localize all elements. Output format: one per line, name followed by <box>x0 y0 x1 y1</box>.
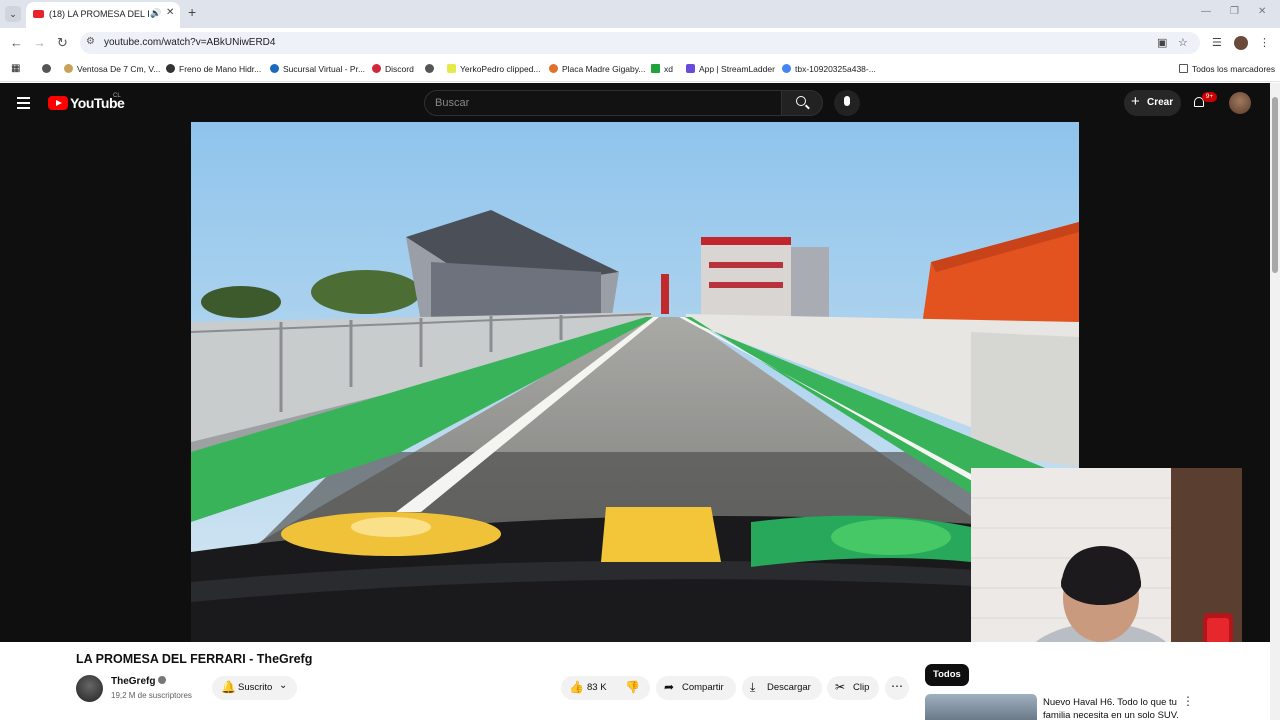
subscribed-label: Suscrito <box>238 682 273 693</box>
bookmark-favicon-icon <box>166 64 175 73</box>
more-horizontal-icon: ⋯ <box>891 679 903 693</box>
window-close-icon[interactable]: ✕ <box>1258 6 1266 17</box>
chevron-down-icon: ⌄ <box>279 680 288 691</box>
account-avatar[interactable] <box>1229 92 1251 114</box>
globe-icon[interactable] <box>425 64 438 74</box>
browser-tabstrip: ⌄ (18) LA PROMESA DEL FERRARI 🔊 ✕ + — ❐ … <box>0 0 1280 28</box>
browser-toolbar: ← → ↻ ⚙ youtube.com/watch?v=ABkUNiwERD4 … <box>0 28 1280 58</box>
address-bar[interactable]: ⚙ youtube.com/watch?v=ABkUNiwERD4 <box>80 32 1200 54</box>
share-icon: ➦ <box>664 680 675 694</box>
share-button[interactable]: ➦ Compartir <box>656 676 736 700</box>
minimize-icon[interactable]: — <box>1201 6 1211 17</box>
like-count[interactable]: 83 K <box>587 682 607 693</box>
subscribed-button[interactable]: 🔔 Suscrito ⌄ <box>212 676 297 700</box>
back-arrow-icon[interactable]: ← <box>10 35 23 50</box>
tab-title: (18) LA PROMESA DEL FERRARI <box>49 9 149 19</box>
like-dislike-group: 👍 83 K 👎 <box>561 676 650 700</box>
bookmark-favicon-icon <box>64 64 73 73</box>
install-app-icon[interactable]: ▣ <box>1157 36 1167 49</box>
google-favicon-icon <box>782 64 791 73</box>
new-tab-icon[interactable]: + <box>188 4 196 20</box>
reading-list-icon[interactable]: ☰ <box>1212 36 1222 49</box>
microphone-icon <box>844 96 850 106</box>
tab-search-button[interactable]: ⌄ <box>5 6 21 22</box>
youtube-page: YouTube CL Buscar + Crear 9+ LA PROMESA … <box>0 83 1280 722</box>
speaker-icon[interactable]: 🔊 <box>150 8 161 19</box>
voice-search-button[interactable] <box>834 90 860 116</box>
verified-badge-icon <box>158 676 167 684</box>
search-placeholder: Buscar <box>435 97 470 109</box>
restore-icon[interactable]: ❐ <box>1230 6 1239 17</box>
recommendation-more-icon[interactable]: ⋮ <box>1182 694 1194 708</box>
video-info-section: LA PROMESA DEL FERRARI - TheGrefg TheGre… <box>0 642 1270 722</box>
scrollbar-thumb[interactable] <box>1272 97 1278 273</box>
recommendation-thumbnail[interactable] <box>925 694 1037 720</box>
youtube-logo-icon[interactable] <box>48 96 68 110</box>
video-title: LA PROMESA DEL FERRARI - TheGrefg <box>76 652 313 666</box>
bell-icon: 🔔 <box>221 680 236 694</box>
channel-avatar[interactable] <box>76 675 103 702</box>
bookmark-favicon-icon <box>686 64 695 73</box>
page-scrollbar[interactable] <box>1270 83 1280 720</box>
create-label: Crear <box>1147 97 1174 108</box>
search-button[interactable] <box>781 90 823 116</box>
youtube-favicon-icon <box>33 10 44 18</box>
search-input[interactable]: Buscar <box>424 90 782 116</box>
bookmark-yerkopedro[interactable]: YerkoPedro clipped... <box>447 64 541 74</box>
close-tab-icon[interactable]: ✕ <box>166 7 174 18</box>
profile-avatar[interactable] <box>1234 36 1248 50</box>
bookmark-freno[interactable]: Freno de Mano Hidr... <box>166 64 261 74</box>
download-button[interactable]: ⤓ Descargar <box>742 676 822 700</box>
globe-icon[interactable] <box>42 64 55 74</box>
bookmark-placa-madre[interactable]: Placa Madre Gigaby... <box>549 64 645 74</box>
hamburger-menu-icon[interactable] <box>17 97 30 112</box>
apps-grid-icon[interactable]: ▦ <box>11 63 20 74</box>
channel-name-link[interactable]: TheGrefg <box>111 676 167 687</box>
url-text: youtube.com/watch?v=ABkUNiwERD4 <box>104 37 276 48</box>
forward-arrow-icon[interactable]: → <box>33 35 46 50</box>
reload-icon[interactable]: ↻ <box>57 35 68 51</box>
browser-menu-icon[interactable]: ⋮ <box>1259 36 1270 49</box>
clip-label: Clip <box>853 682 870 693</box>
clip-button[interactable]: ✂ Clip <box>827 676 879 700</box>
bookmark-discord[interactable]: Discord <box>372 64 414 74</box>
all-bookmarks-folder[interactable]: Todos los marcadores <box>1179 64 1275 74</box>
browser-tab-active[interactable]: (18) LA PROMESA DEL FERRARI 🔊 ✕ <box>26 2 180 28</box>
search-icon <box>796 96 806 106</box>
bookmark-ventosa[interactable]: Ventosa De 7 Cm, V... <box>64 64 160 74</box>
bookmark-favicon-icon <box>270 64 279 73</box>
youtube-masthead: YouTube CL Buscar + Crear 9+ <box>0 83 1270 123</box>
recommendation-title[interactable]: Nuevo Haval H6. Todo lo que tu familia n… <box>1043 696 1183 722</box>
region-code: CL <box>113 93 121 99</box>
bookmark-xd[interactable]: xd <box>651 64 673 74</box>
download-label: Descargar <box>767 682 811 693</box>
dislike-icon[interactable]: 👎 <box>625 680 640 694</box>
plus-icon: + <box>1131 93 1140 110</box>
filter-chip-all[interactable]: Todos <box>925 664 969 686</box>
site-info-icon[interactable]: ⚙ <box>86 36 95 47</box>
share-label: Compartir <box>682 682 724 693</box>
more-actions-button[interactable]: ⋯ <box>885 676 909 700</box>
bookmark-favicon-icon <box>447 64 456 73</box>
subscriber-count: 19,2 M de suscriptores <box>111 691 192 700</box>
video-frame <box>191 122 1079 642</box>
create-button[interactable]: + Crear <box>1124 90 1181 116</box>
video-player[interactable] <box>191 122 1079 642</box>
bookmark-favicon-icon <box>372 64 381 73</box>
download-icon: ⤓ <box>750 680 756 694</box>
bookmark-favicon-icon <box>549 64 558 73</box>
bookmark-favicon-icon <box>651 64 660 73</box>
folder-icon <box>1179 64 1188 73</box>
bookmark-tbx[interactable]: tbx-10920325a438-... <box>782 64 876 74</box>
scissors-icon: ✂ <box>835 680 846 694</box>
like-icon[interactable]: 👍 <box>569 680 584 694</box>
bookmark-streamladder[interactable]: App | StreamLadder <box>686 64 775 74</box>
bookmarks-bar: ▦ Ventosa De 7 Cm, V... Freno de Mano Hi… <box>0 58 1280 82</box>
notification-count-badge: 9+ <box>1202 92 1217 102</box>
bookmark-sucursal[interactable]: Sucursal Virtual - Pr... <box>270 64 365 74</box>
bookmark-star-icon[interactable]: ☆ <box>1178 36 1188 49</box>
